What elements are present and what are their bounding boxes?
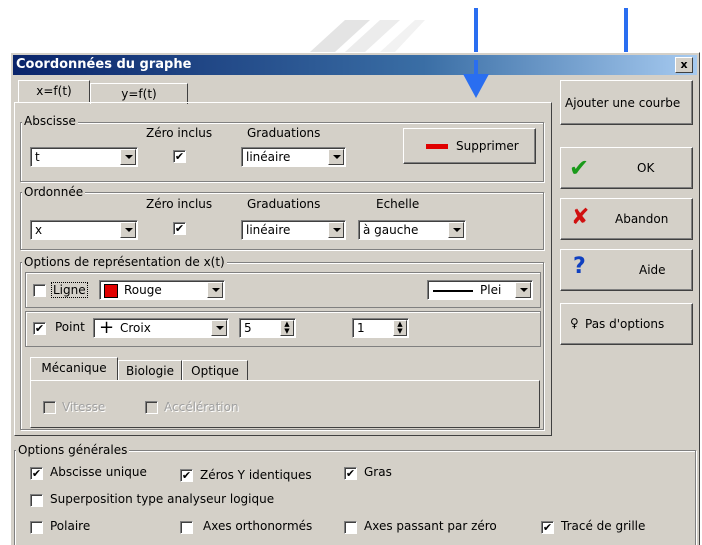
axes-orthonormes-label: Axes orthonormés	[203, 519, 313, 533]
chevron-down-icon[interactable]	[328, 222, 344, 238]
lightbulb-icon: ♀	[570, 316, 579, 330]
solid-line-icon	[433, 290, 473, 292]
checkmark-icon: ✔	[569, 154, 590, 182]
supprimer-label: Supprimer	[456, 139, 519, 153]
point-shape-value: Croix	[120, 321, 151, 335]
vitesse-checkbox[interactable]	[43, 401, 56, 414]
options-generales-label: Options générales	[16, 443, 130, 457]
abscisse-zero-checkbox[interactable]: ✔	[173, 150, 186, 163]
point-label: Point	[55, 320, 85, 334]
abscisse-graduation-value: linéaire	[246, 150, 291, 164]
subtab-panel	[30, 380, 540, 428]
ordonnee-variable-value: x	[35, 223, 43, 237]
ordonnee-graduation-value: linéaire	[246, 223, 291, 237]
ordonnee-zero-label: Zéro inclus	[146, 197, 213, 211]
chevron-down-icon[interactable]	[211, 320, 227, 336]
polaire-checkbox[interactable]	[30, 521, 43, 534]
options-repr-label: Options de représentation de x(t)	[22, 255, 227, 269]
abscisse-variable-select[interactable]: t	[30, 147, 138, 167]
window-title: Coordonnées du graphe	[16, 57, 192, 72]
aide-button[interactable]: ? Aide	[560, 249, 693, 291]
subtab-biologie[interactable]: Biologie	[118, 360, 182, 381]
abscisse-zero-label: Zéro inclus	[146, 126, 213, 140]
ligne-color-select[interactable]: Rouge	[99, 280, 225, 300]
ordonnee-grad-label: Graduations	[247, 197, 321, 211]
trace-grille-label: Tracé de grille	[561, 519, 646, 533]
polaire-label: Polaire	[50, 519, 91, 533]
ligne-checkbox[interactable]	[33, 284, 46, 297]
abscisse-unique-checkbox[interactable]: ✔	[30, 467, 43, 480]
ordonnee-variable-select[interactable]: x	[30, 220, 138, 240]
chevron-down-icon[interactable]	[515, 282, 531, 298]
ordonnee-scale-select[interactable]: à gauche	[358, 220, 466, 240]
axes-zero-checkbox[interactable]	[344, 521, 357, 534]
acceleration-label: Accélération	[164, 400, 239, 414]
ligne-style-value: Plei	[480, 283, 502, 297]
ajouter-courbe-button[interactable]: Ajouter une courbe	[560, 80, 693, 125]
point-width-spinner[interactable]: 1 ▲ ▼	[352, 318, 409, 338]
subtab-optique[interactable]: Optique	[182, 360, 248, 381]
pas-options-button[interactable]: ♀ Pas d'options	[560, 303, 693, 345]
ok-label: OK	[637, 161, 655, 175]
gras-label: Gras	[364, 465, 392, 479]
chevron-down-icon[interactable]	[207, 282, 223, 298]
acceleration-checkbox[interactable]	[145, 401, 158, 414]
subtab-mecanique[interactable]: Mécanique	[30, 357, 118, 380]
superposition-checkbox[interactable]	[30, 494, 43, 507]
ligne-label: Ligne	[51, 282, 88, 298]
point-size-value: 5	[244, 321, 252, 335]
ordonnee-scale-label: Echelle	[376, 197, 420, 211]
red-dash-icon	[426, 144, 448, 149]
spin-arrows-icon[interactable]: ▲ ▼	[280, 320, 294, 336]
ok-button[interactable]: ✔ OK	[560, 147, 693, 189]
pas-options-label: Pas d'options	[585, 317, 665, 331]
point-checkbox[interactable]: ✔	[33, 322, 46, 335]
point-size-spinner[interactable]: 5 ▲ ▼	[239, 318, 296, 338]
supprimer-button[interactable]: Supprimer	[403, 128, 536, 164]
abscisse-variable-value: t	[35, 150, 40, 164]
ligne-color-value: Rouge	[124, 283, 162, 297]
abscisse-graduation-select[interactable]: linéaire	[241, 147, 346, 167]
vitesse-label: Vitesse	[62, 400, 106, 414]
chevron-down-icon[interactable]	[120, 222, 136, 238]
ligne-style-select[interactable]: Plei	[427, 280, 533, 300]
ordonnee-scale-value: à gauche	[363, 223, 419, 237]
ordonnee-label: Ordonnée	[22, 185, 86, 199]
cross-icon: +	[99, 317, 115, 338]
axes-zero-label: Axes passant par zéro	[364, 519, 497, 533]
ordonnee-zero-checkbox[interactable]: ✔	[173, 222, 186, 235]
axes-orthonormes-checkbox[interactable]	[180, 521, 193, 534]
chevron-down-icon[interactable]	[328, 149, 344, 165]
aide-label: Aide	[639, 263, 666, 277]
cancel-x-icon: ✘	[571, 205, 590, 230]
red-swatch-icon	[104, 284, 118, 298]
spin-arrows-icon[interactable]: ▲ ▼	[393, 320, 407, 336]
background-stripes	[310, 20, 425, 52]
trace-grille-checkbox[interactable]: ✔	[541, 521, 554, 534]
chevron-down-icon[interactable]	[448, 222, 464, 238]
superposition-label: Superposition type analyseur logique	[50, 492, 275, 506]
close-button[interactable]: x	[675, 57, 693, 73]
ordonnee-graduation-select[interactable]: linéaire	[241, 220, 346, 240]
gras-checkbox[interactable]: ✔	[344, 467, 357, 480]
ajouter-courbe-label: Ajouter une courbe	[565, 96, 681, 110]
tab-x-of-t[interactable]: x=f(t)	[18, 80, 90, 103]
abandon-label: Abandon	[615, 212, 669, 226]
zeros-y-label: Zéros Y identiques	[200, 468, 312, 482]
help-question-icon: ?	[573, 254, 586, 279]
point-width-value: 1	[357, 321, 365, 335]
zeros-y-checkbox[interactable]: ✔	[180, 469, 193, 482]
abscisse-unique-label: Abscisse unique	[50, 465, 147, 479]
abscisse-grad-label: Graduations	[247, 126, 321, 140]
abscisse-label: Abscisse	[22, 114, 78, 128]
point-shape-select[interactable]: + Croix	[93, 317, 229, 338]
tab-y-of-t[interactable]: y=f(t)	[90, 83, 188, 104]
chevron-down-icon[interactable]	[120, 149, 136, 165]
abandon-button[interactable]: ✘ Abandon	[560, 198, 693, 240]
